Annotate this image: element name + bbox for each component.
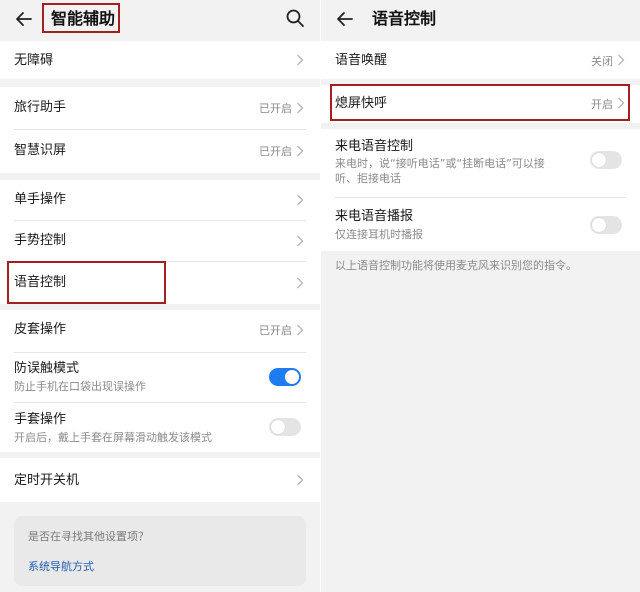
setting-accidental-touch: 防误触模式 防止手机在口袋出现误操作 [0, 352, 320, 402]
toggle-knob [592, 218, 606, 232]
microphone-note: 以上语音控制功能将使用麦克风来识别您的指令。 [335, 259, 577, 272]
settings-group: 语音唤醒 关闭 [321, 41, 640, 79]
toggle-knob [592, 153, 606, 167]
row-label: 定时开关机 [14, 473, 80, 488]
row-label: 无障碍 [14, 53, 54, 68]
search-icon [286, 9, 304, 27]
accidental-touch-toggle[interactable] [269, 368, 301, 386]
incoming-call-announcement-toggle[interactable] [590, 216, 622, 234]
row-label: 手势控制 [14, 233, 67, 248]
voice-control-panel: 语音控制 语音唤醒 关闭 熄屏快呼 开启 来电语音控制 来电时，说“接听电话”或… [321, 0, 640, 592]
search-button[interactable] [284, 6, 306, 30]
status-value: 关闭 [591, 55, 613, 68]
toggle-knob [285, 370, 299, 384]
setting-smart-screen-recognition[interactable]: 智慧识屏 已开启 [0, 129, 320, 173]
status-value: 已开启 [259, 145, 292, 158]
back-arrow-icon [337, 12, 353, 26]
setting-scheduled-power[interactable]: 定时开关机 [0, 458, 320, 502]
settings-group: 旅行助手 已开启 智慧识屏 已开启 [0, 87, 320, 173]
row-label: 旅行助手 [14, 100, 67, 115]
quick-call-highlight-box [330, 84, 630, 121]
chevron-right-icon [297, 277, 304, 289]
row-description: 听、拒接电话 [335, 172, 401, 185]
smart-assist-panel: 智能辅助 无障碍 旅行助手 已开启 智慧识屏 已开启 单手操作 手势控制 语音控… [0, 0, 320, 592]
setting-incoming-call-voice-control: 来电语音控制 来电时，说“接听电话”或“挂断电话”可以接 听、拒接电话 [321, 129, 640, 197]
row-description: 防止手机在口袋出现误操作 [14, 380, 146, 393]
title-highlight-box [42, 3, 120, 33]
setting-voice-wakeup[interactable]: 语音唤醒 关闭 [321, 41, 640, 79]
suggestion-card: 是否在寻找其他设置项？ 系统导航方式 [14, 516, 306, 586]
back-button[interactable] [11, 6, 37, 32]
status-value: 已开启 [259, 324, 292, 337]
setting-accessibility[interactable]: 无障碍 [0, 41, 320, 79]
toggle-knob [271, 420, 285, 434]
setting-glove-mode: 手套操作 开启后，戴上手套在屏幕滑动触发该模式 [0, 402, 320, 452]
back-button[interactable] [332, 6, 358, 32]
setting-travel-assistant[interactable]: 旅行助手 已开启 [0, 87, 320, 129]
incoming-call-voice-control-toggle[interactable] [590, 151, 622, 169]
row-label: 皮套操作 [14, 322, 67, 337]
row-description: 来电时，说“接听电话”或“挂断电话”可以接 [335, 157, 545, 170]
chevron-right-icon [297, 54, 304, 66]
setting-gesture-control[interactable]: 手势控制 [0, 220, 320, 261]
glove-mode-toggle[interactable] [269, 418, 301, 436]
chevron-right-icon [297, 235, 304, 247]
row-label: 智慧识屏 [14, 143, 67, 158]
settings-group: 定时开关机 [0, 458, 320, 502]
setting-case-operation[interactable]: 皮套操作 已开启 [0, 310, 320, 352]
chevron-right-icon [297, 474, 304, 486]
setting-incoming-call-announcement: 来电语音播报 仅连接耳机时播报 [321, 197, 640, 251]
chevron-right-icon [618, 54, 625, 66]
settings-group: 来电语音控制 来电时，说“接听电话”或“挂断电话”可以接 听、拒接电话 来电语音… [321, 129, 640, 251]
header: 语音控制 [321, 0, 640, 38]
setting-one-hand-mode[interactable]: 单手操作 [0, 180, 320, 220]
back-arrow-icon [16, 12, 32, 26]
system-navigation-link[interactable]: 系统导航方式 [28, 559, 94, 574]
row-label: 来电语音播报 [335, 209, 414, 224]
row-description: 开启后，戴上手套在屏幕滑动触发该模式 [14, 431, 212, 444]
status-value: 已开启 [259, 102, 292, 115]
row-label: 手套操作 [14, 412, 67, 427]
chevron-right-icon [297, 145, 304, 157]
voice-control-highlight-box [7, 261, 166, 304]
row-description: 仅连接耳机时播报 [335, 228, 423, 241]
row-label: 单手操作 [14, 192, 67, 207]
row-label: 防误触模式 [14, 361, 80, 376]
suggestion-question: 是否在寻找其他设置项？ [28, 530, 149, 543]
settings-group: 无障碍 [0, 41, 320, 79]
row-label: 来电语音控制 [335, 139, 414, 154]
page-title: 语音控制 [372, 9, 437, 28]
chevron-right-icon [297, 194, 304, 206]
row-label: 语音唤醒 [335, 53, 388, 68]
settings-group: 皮套操作 已开启 防误触模式 防止手机在口袋出现误操作 手套操作 开启后，戴上手… [0, 310, 320, 452]
chevron-right-icon [297, 324, 304, 336]
chevron-right-icon [297, 102, 304, 114]
